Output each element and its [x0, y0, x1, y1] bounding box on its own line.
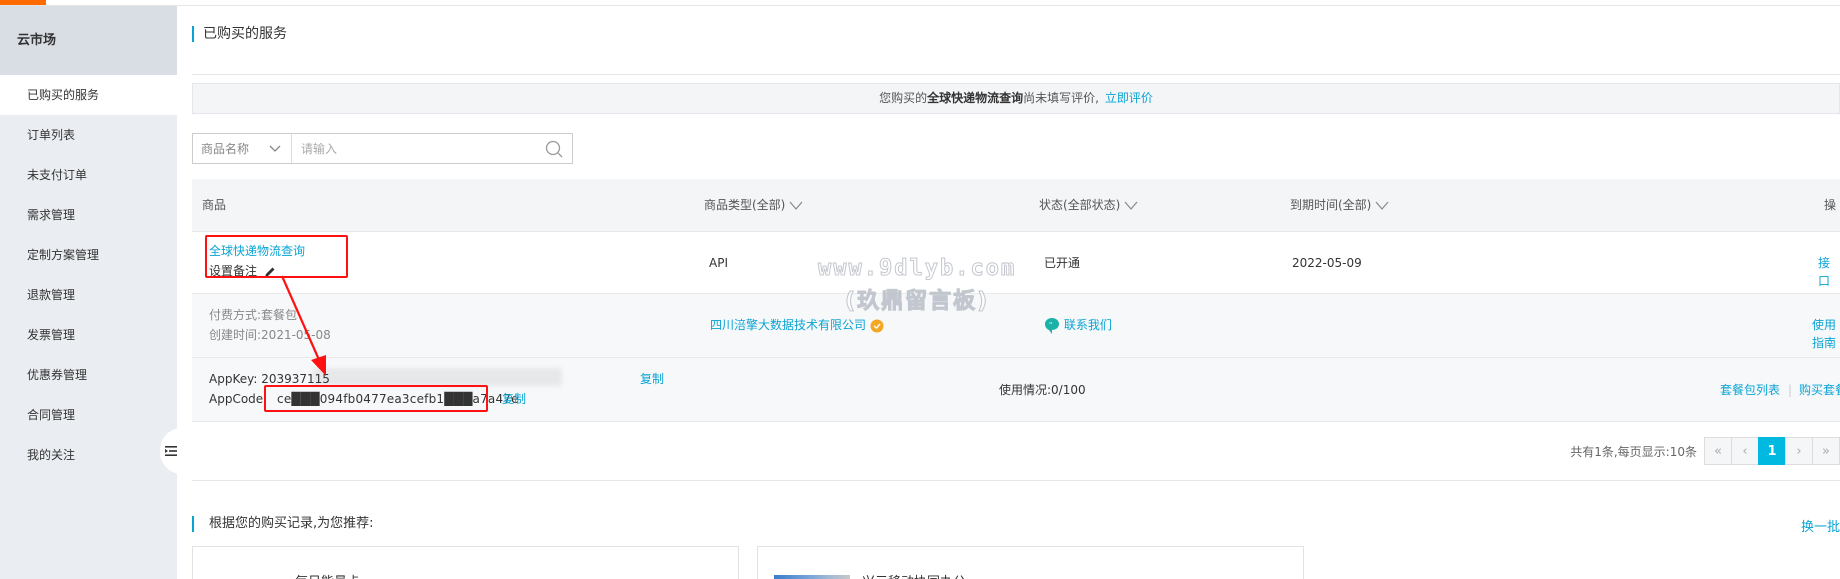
notice-prefix: 您购买的: [879, 91, 928, 105]
header-expire-filter[interactable]: 到期时间(全部): [1290, 179, 1389, 231]
sidebar-item-unpaid-orders[interactable]: 未支付订单: [0, 155, 177, 195]
recommend-card[interactable]: 兴元移动协同办公: [757, 546, 1304, 579]
header-expire-label: 到期时间(全部): [1290, 198, 1372, 212]
first-page-button[interactable]: «: [1704, 437, 1732, 465]
highlight-box-appcode: [264, 385, 488, 412]
expire-date: 2022-05-09: [1292, 256, 1362, 270]
svg-text:": ": [1049, 321, 1052, 329]
vendor-badge-icon: [870, 319, 884, 332]
copy-appcode-button[interactable]: 复制: [502, 390, 526, 408]
pay-method: 付费方式:套餐包: [209, 308, 298, 322]
search-icon: [545, 140, 563, 157]
recommend-title: 根据您的购买记录,为您推荐:: [192, 516, 374, 532]
chevron-down-icon: [269, 145, 281, 152]
recommend-card-name: 兴元移动协同办公: [862, 571, 966, 579]
prev-page-button[interactable]: ‹: [1731, 437, 1759, 465]
pagination-row: 共有1条,每页显示:10条 « ‹ 1 › »: [192, 421, 1840, 481]
product-thumbnail: [774, 575, 850, 579]
recommend-card-name: 每日能量卡: [295, 571, 360, 579]
pagination: 共有1条,每页显示:10条 « ‹ 1 › »: [1570, 437, 1840, 465]
search-bar: 商品名称: [192, 133, 573, 164]
chat-bubble-icon: ": [1045, 317, 1059, 334]
product-type: API: [709, 256, 728, 270]
chevron-down-icon: [1124, 201, 1138, 210]
contact-us-link[interactable]: 联系我们: [1064, 318, 1112, 332]
brand-accent: [0, 0, 46, 5]
header-type-label: 商品类型(全部): [704, 198, 786, 212]
menu-collapse-icon: [165, 446, 177, 456]
notice-suffix: 尚未填写评价,: [1023, 91, 1099, 105]
chevron-down-icon: [789, 201, 803, 210]
api-link[interactable]: 接口: [1818, 254, 1840, 290]
review-notice: 您购买的全球快递物流查询尚未填写评价, 立即评价: [192, 83, 1840, 114]
header-type-filter[interactable]: 商品类型(全部): [704, 179, 803, 231]
header-status-filter[interactable]: 状态(全部状态): [1039, 179, 1138, 231]
sidebar-item-refunds[interactable]: 退款管理: [0, 275, 177, 315]
sidebar: 云市场 已购买的服务 订单列表 未支付订单 需求管理 定制方案管理 退款管理 发…: [0, 6, 177, 579]
notice-product: 全球快递物流查询: [927, 91, 1024, 105]
page-title: 已购买的服务: [192, 26, 287, 42]
appkey-label: AppKey:: [209, 372, 258, 386]
highlight-box-product: [205, 235, 348, 278]
page-1-button[interactable]: 1: [1758, 437, 1786, 465]
copy-appkey-button[interactable]: 复制: [640, 370, 664, 388]
search-input[interactable]: [292, 134, 536, 163]
appkey-value: 203937115: [261, 372, 330, 386]
link-separator: |: [1788, 383, 1793, 397]
header-status-label: 状态(全部状态): [1039, 198, 1121, 212]
services-table: 商品 商品类型(全部) 状态(全部状态) 到期时间(全部) 操 全球快递物流查询…: [192, 179, 1840, 481]
redacted-appkey: [312, 368, 562, 386]
refresh-recommend-link[interactable]: 换一批: [1801, 516, 1840, 535]
header-action: 操: [1824, 198, 1837, 212]
package-list-link[interactable]: 套餐包列表: [1720, 381, 1780, 399]
search-button[interactable]: [536, 134, 572, 163]
sidebar-item-following[interactable]: 我的关注: [0, 435, 177, 475]
sidebar-item-purchased-services[interactable]: 已购买的服务: [0, 75, 177, 115]
vendor-link[interactable]: 四川涪擎大数据技术有限公司: [710, 318, 866, 332]
appcode-label: AppCode:: [209, 392, 268, 406]
watermark-line-2: (玖鼎留言板): [845, 289, 990, 315]
sidebar-item-contracts[interactable]: 合同管理: [0, 395, 177, 435]
sidebar-item-orders[interactable]: 订单列表: [0, 115, 177, 155]
vendor[interactable]: 四川涪擎大数据技术有限公司: [710, 316, 884, 334]
pagination-total: 共有1条,每页显示:10条: [1570, 444, 1697, 459]
product-thumbnail-icon: [215, 575, 255, 579]
sidebar-item-custom-plans[interactable]: 定制方案管理: [0, 235, 177, 275]
table-row-credentials: AppKey: 203937115 复制 AppCode: ce███094fb…: [192, 357, 1840, 421]
recommend-card[interactable]: 每日能量卡: [192, 546, 739, 579]
usage-guide-link[interactable]: 使用指南: [1812, 316, 1840, 352]
table-header: 商品 商品类型(全部) 状态(全部状态) 到期时间(全部) 操: [192, 179, 1840, 231]
search-field-select[interactable]: 商品名称: [193, 134, 292, 163]
watermark-line-1: www.9dlyb.com: [817, 256, 1017, 282]
divider: [192, 74, 1840, 75]
sidebar-item-coupons[interactable]: 优惠券管理: [0, 355, 177, 395]
next-page-button[interactable]: ›: [1785, 437, 1813, 465]
review-now-link[interactable]: 立即评价: [1105, 91, 1153, 105]
sidebar-item-invoices[interactable]: 发票管理: [0, 315, 177, 355]
sidebar-title: 云市场: [0, 6, 177, 75]
contact-us[interactable]: " 联系我们: [1044, 316, 1112, 335]
sidebar-item-requirements[interactable]: 需求管理: [0, 195, 177, 235]
watermark: www.9dlyb.com (玖鼎留言板): [817, 256, 1017, 315]
usage: 使用情况:0/100: [999, 383, 1086, 397]
header-product: 商品: [202, 198, 227, 212]
chevron-down-icon: [1375, 201, 1389, 210]
created-time: 创建时间:2021-05-08: [209, 328, 331, 342]
search-field-value: 商品名称: [201, 142, 250, 156]
last-page-button[interactable]: »: [1812, 437, 1840, 465]
buy-package-link[interactable]: 购买套餐包: [1799, 381, 1840, 399]
status-value: 已开通: [1044, 256, 1081, 270]
